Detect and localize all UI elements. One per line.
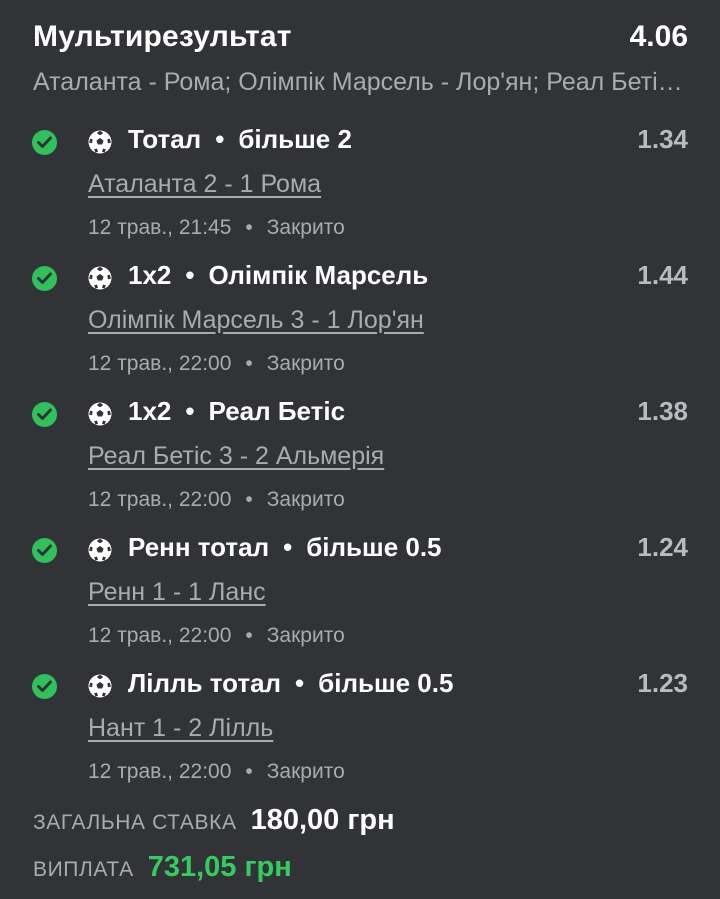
soccer-ball-icon [87, 129, 113, 155]
bet-odds: 1.38 [637, 396, 688, 426]
soccer-ball-icon [87, 537, 113, 563]
match-link[interactable]: Нант 1 - 2 Лілль [88, 714, 273, 743]
bet-item: 1x2 • Олімпік Марсель 1.44 Олімпік Марсель… [0, 256, 720, 392]
payout-label: ВИПЛАТА [33, 858, 134, 881]
bet-selection: 1x2 • Реал Бетіс [128, 396, 345, 427]
bet-state: Закрито [266, 352, 345, 375]
separator-dot: • [245, 352, 253, 375]
bet-meta: 12 трав., 22:00 • Закрито [88, 352, 345, 376]
match-date: 12 трав., 22:00 [88, 352, 232, 375]
check-circle-icon [32, 538, 57, 563]
match-link[interactable]: Аталанта 2 - 1 Рома [88, 170, 321, 199]
bet-odds: 1.24 [637, 532, 688, 562]
market-name: Тотал [128, 124, 202, 154]
selection-name: більше 0.5 [306, 532, 442, 562]
separator-dot: • [245, 760, 253, 783]
match-date: 12 трав., 22:00 [88, 760, 232, 783]
bet-type-title: Мультирезультат [33, 20, 292, 53]
market-name: 1x2 [128, 396, 172, 426]
market-name: Ренн тотал [128, 532, 270, 562]
check-circle-icon [32, 674, 57, 699]
bet-meta: 12 трав., 21:45 • Закрито [88, 216, 345, 240]
separator-dot: • [185, 260, 195, 290]
market-name: Лілль тотал [128, 668, 282, 698]
separator-dot: • [185, 396, 195, 426]
bet-meta: 12 трав., 22:00 • Закрито [88, 760, 345, 784]
payout-value: 731,05 грн [147, 851, 292, 883]
selection-name: більше 2 [238, 124, 352, 154]
separator-dot: • [245, 488, 253, 511]
selection-name: більше 0.5 [318, 668, 454, 698]
bet-state: Закрито [266, 488, 345, 511]
match-link[interactable]: Олімпік Марсель 3 - 1 Лор'ян [88, 306, 424, 335]
total-odds: 4.06 [629, 20, 688, 53]
stake-row: ЗАГАЛЬНА СТАВКА 180,00 грн [33, 804, 395, 837]
match-date: 12 трав., 22:00 [88, 488, 232, 511]
bet-selection: 1x2 • Олімпік Марсель [128, 260, 428, 291]
payout-row: ВИПЛАТА 731,05 грн [33, 851, 292, 884]
bet-state: Закрито [266, 760, 345, 783]
separator-dot: • [245, 624, 253, 647]
check-circle-icon [32, 266, 57, 291]
selection-name: Олімпік Марсель [208, 260, 429, 290]
match-date: 12 трав., 21:45 [88, 216, 232, 239]
events-summary: Аталанта - Рома; Олімпік Марсель - Лор'я… [33, 68, 685, 96]
title-row: Мультирезультат 4.06 [33, 20, 688, 54]
bet-meta: 12 трав., 22:00 • Закрито [88, 488, 345, 512]
bet-odds: 1.23 [637, 668, 688, 698]
market-name: 1x2 [128, 260, 172, 290]
match-date: 12 трав., 22:00 [88, 624, 232, 647]
selection-name: Реал Бетіс [208, 396, 346, 426]
soccer-ball-icon [87, 673, 113, 699]
bet-state: Закрито [266, 624, 345, 647]
match-link[interactable]: Реал Бетіс 3 - 2 Альмерія [88, 442, 384, 471]
separator-dot: • [283, 532, 293, 562]
bet-selection: Ренн тотал • більше 0.5 [128, 532, 442, 563]
match-link[interactable]: Ренн 1 - 1 Ланс [88, 578, 266, 607]
check-circle-icon [32, 402, 57, 427]
bet-odds: 1.34 [637, 124, 688, 154]
bet-header: Мультирезультат 4.06 Аталанта - Рома; Ол… [33, 20, 688, 97]
separator-dot: • [215, 124, 225, 154]
stake-label: ЗАГАЛЬНА СТАВКА [33, 811, 237, 834]
bet-item: Лілль тотал • більше 0.5 1.23 Нант 1 - 2 Л… [0, 664, 720, 800]
bet-item: 1x2 • Реал Бетіс 1.38 Реал Бетіс 3 - 2 Аль… [0, 392, 720, 528]
bet-meta: 12 трав., 22:00 • Закрито [88, 624, 345, 648]
bet-selection: Лілль тотал • більше 0.5 [128, 668, 453, 699]
soccer-ball-icon [87, 265, 113, 291]
soccer-ball-icon [87, 401, 113, 427]
bet-odds: 1.44 [637, 260, 688, 290]
bet-item: Тотал • більше 2 1.34 Аталанта 2 - 1 Рома … [0, 120, 720, 256]
bet-selection: Тотал • більше 2 [128, 124, 352, 155]
separator-dot: • [295, 668, 305, 698]
separator-dot: • [245, 216, 253, 239]
stake-value: 180,00 грн [250, 804, 395, 836]
bet-item: Ренн тотал • більше 0.5 1.24 Ренн 1 - 1 Ла… [0, 528, 720, 664]
bet-state: Закрито [266, 216, 345, 239]
check-circle-icon [32, 130, 57, 155]
